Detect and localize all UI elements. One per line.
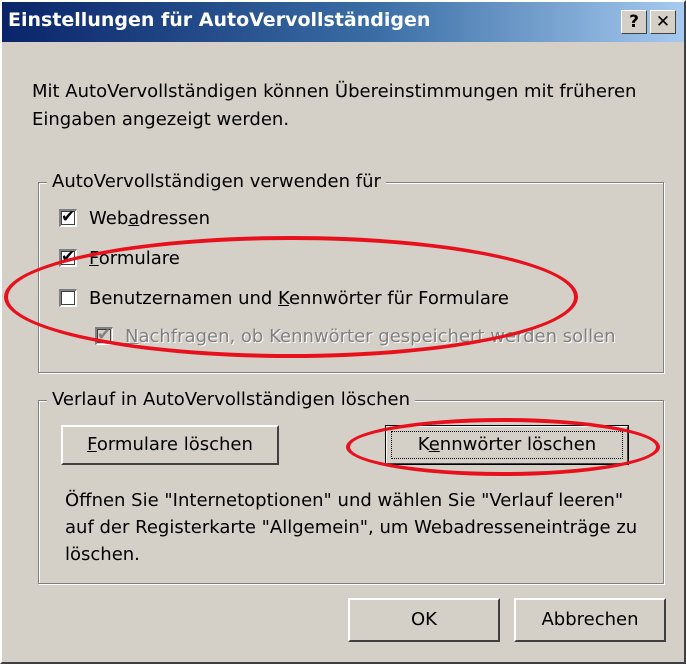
forms-label[interactable]: Formulare: [89, 247, 180, 271]
usernames-passwords-label[interactable]: Benutzernamen und Kennwörter für Formula…: [89, 287, 509, 311]
access-key: N: [125, 326, 139, 347]
label-part: Benutzernamen und: [89, 288, 279, 309]
prompt-save-passwords-label: Nachfragen, ob Kennwörter gespeichert we…: [125, 325, 616, 349]
title-bar[interactable]: Einstellungen für AutoVervollständigen ?…: [2, 2, 684, 42]
checkmark-icon: ✔: [61, 247, 76, 267]
prompt-save-passwords-checkbox: ✔: [95, 325, 113, 345]
usage-groupbox: AutoVervollständigen verwenden für ✔ Web…: [38, 170, 664, 373]
button-label: ormulare löschen: [96, 434, 253, 455]
dialog-title: Einstellungen für AutoVervollständigen: [8, 9, 431, 31]
clear-forms-button[interactable]: Formulare löschen: [61, 425, 279, 465]
access-key: K: [278, 288, 289, 309]
cancel-button[interactable]: Abbrechen: [514, 598, 666, 642]
label-part: dressen: [139, 208, 211, 229]
access-key: a: [128, 208, 140, 229]
intro-text: Mit AutoVervollständigen können Übereins…: [32, 81, 637, 130]
web-addresses-checkbox[interactable]: ✔: [59, 207, 77, 227]
usage-group-legend: AutoVervollständigen verwenden für: [47, 170, 386, 194]
label-part: Web: [89, 208, 129, 229]
checkmark-icon: ✔: [97, 325, 112, 345]
access-key: F: [87, 434, 97, 455]
label-part: achfragen, ob Kennwörter gespeichert wer…: [138, 326, 616, 347]
usernames-passwords-checkbox[interactable]: [59, 289, 77, 307]
checkmark-icon: ✔: [61, 207, 76, 227]
access-key: F: [89, 248, 99, 269]
help-button[interactable]: ?: [621, 10, 647, 34]
forms-checkbox[interactable]: ✔: [59, 247, 77, 267]
history-group-legend: Verlauf in AutoVervollständigen löschen: [47, 388, 415, 412]
clear-passwords-button[interactable]: Kennwörter löschen: [385, 425, 629, 465]
focus-ring: [391, 431, 623, 459]
history-note: Öffnen Sie "Internetoptionen" und wählen…: [65, 490, 638, 565]
autocomplete-settings-dialog: Einstellungen für AutoVervollständigen ?…: [0, 0, 686, 664]
label-part: ormulare: [98, 248, 180, 269]
label-part: ennwörter für Formulare: [288, 288, 509, 309]
history-groupbox: Verlauf in AutoVervollständigen löschen …: [38, 388, 664, 584]
close-button[interactable]: ✕: [650, 10, 676, 34]
ok-button[interactable]: OK: [348, 598, 500, 642]
web-addresses-label[interactable]: Webadressen: [89, 207, 210, 231]
